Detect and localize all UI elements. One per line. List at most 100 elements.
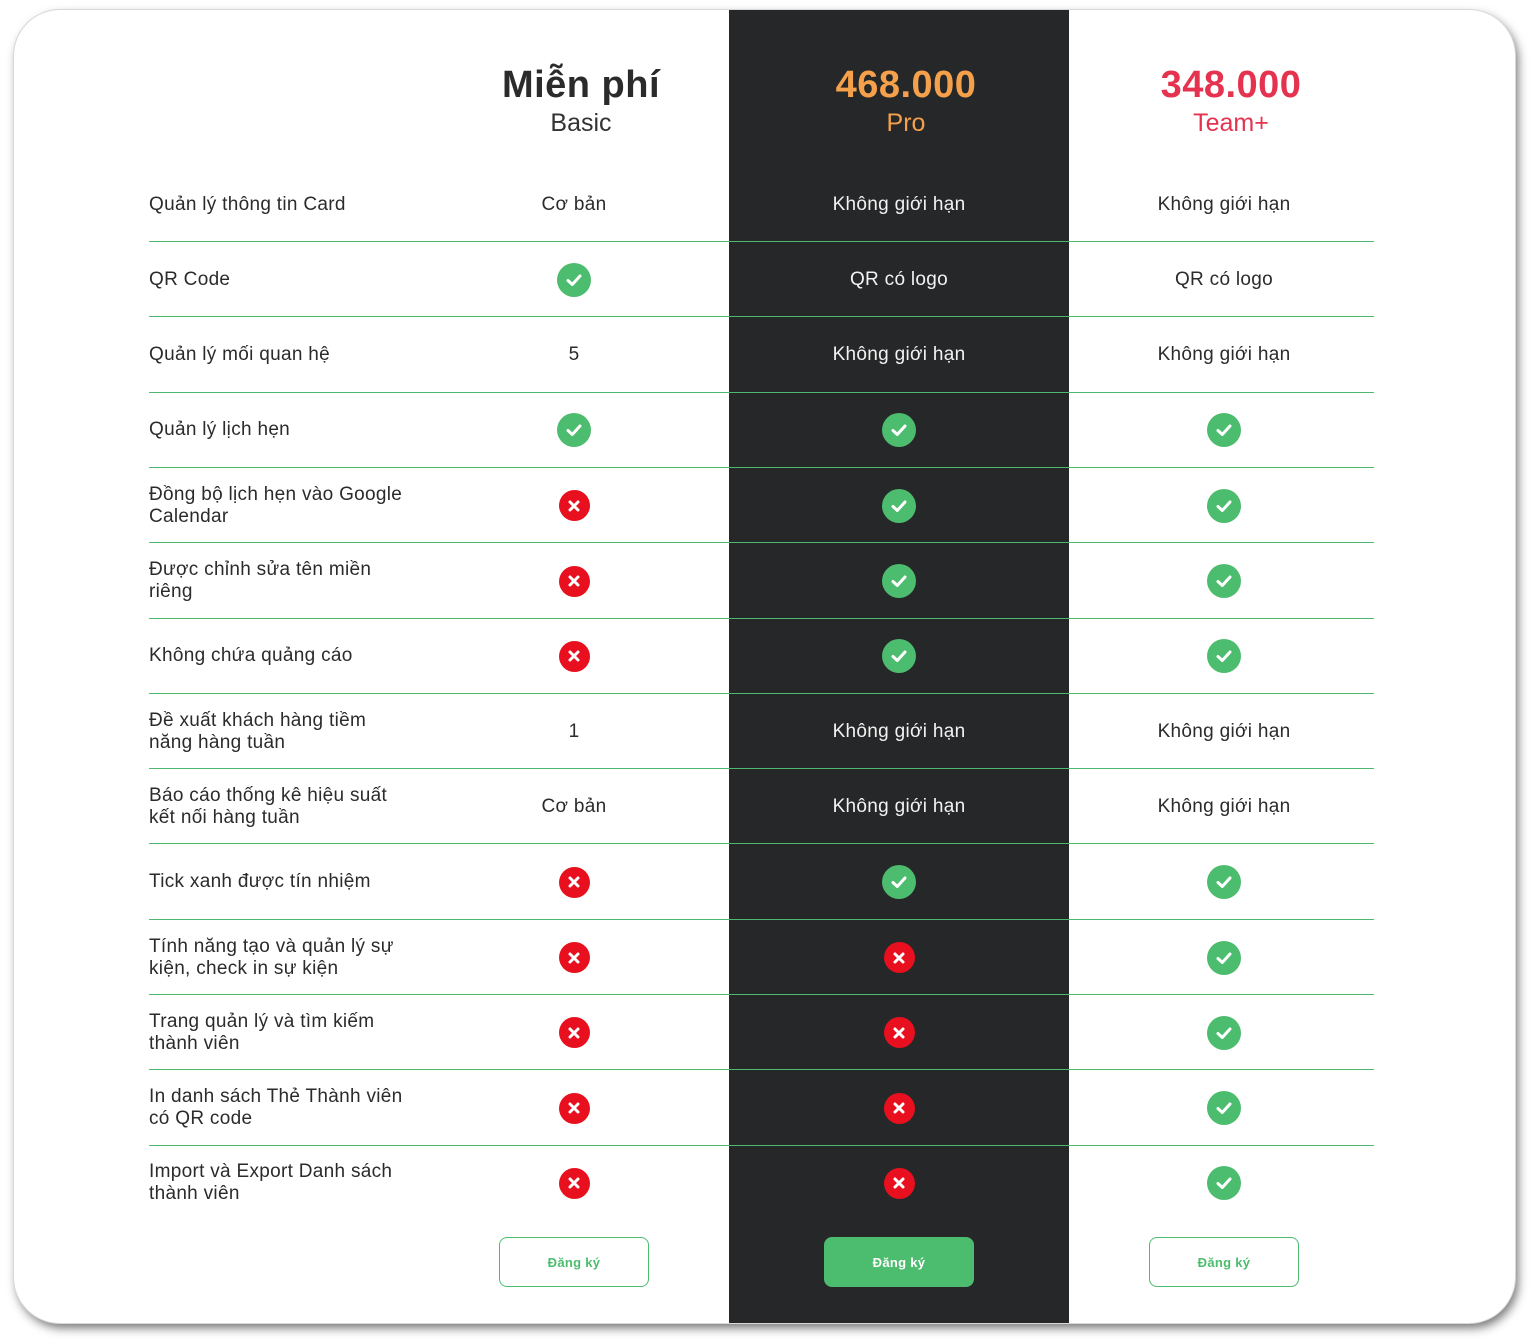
check-icon <box>1207 1015 1241 1050</box>
cross-icon <box>558 1092 590 1124</box>
cross-icon <box>558 1167 590 1199</box>
cell-team <box>1099 995 1349 1070</box>
register-button-pro[interactable]: Đăng ký <box>824 1237 974 1287</box>
cell-basic <box>449 920 699 995</box>
plan-header-pro: 468.000 Pro <box>756 62 1056 138</box>
cell-value: Không giới hạn <box>1157 795 1291 817</box>
feature-label: Tick xanh được tín nhiệm <box>149 871 371 893</box>
feature-label: Trang quản lý và tìm kiếm thành viên <box>149 1010 375 1054</box>
cell-basic: 5 <box>449 318 699 393</box>
cross-icon <box>883 1167 915 1199</box>
cell-team: QR có logo <box>1099 242 1349 317</box>
cell-value: Không giới hạn <box>832 344 966 366</box>
plan-price: 468.000 <box>835 64 977 106</box>
cell-pro <box>774 845 1024 920</box>
cell-value: 5 <box>568 344 580 366</box>
cell-pro <box>774 544 1024 619</box>
feature-label: Quản lý thông tin Card <box>149 193 346 215</box>
check-icon <box>1207 639 1241 674</box>
check-icon <box>1207 1166 1241 1201</box>
cell-team <box>1099 920 1349 995</box>
check-icon <box>882 639 916 674</box>
table-row: Quản lý lịch hẹn <box>149 393 1374 468</box>
table-row: Quản lý mối quan hệ 5 Không giới hạn Không … <box>149 318 1374 393</box>
plan-name: Team+ <box>1193 109 1269 137</box>
cell-pro: Không giới hạn <box>774 318 1024 393</box>
check-icon <box>557 413 591 448</box>
check-icon <box>1207 413 1241 448</box>
cell-pro <box>774 468 1024 543</box>
cell-basic <box>449 845 699 920</box>
feature-label: QR Code <box>149 268 231 290</box>
table-row: Import và Export Danh sách thành viên <box>149 1146 1374 1221</box>
cell-pro <box>774 393 1024 468</box>
cross-icon <box>558 1017 590 1049</box>
cell-value: QR có logo <box>1174 268 1274 290</box>
feature-label: Được chỉnh sửa tên miền riêng <box>149 559 372 602</box>
cell-value: Không giới hạn <box>1157 344 1291 366</box>
table-row: Quản lý thông tin Card Cơ bản Không giới h… <box>149 167 1374 242</box>
feature-label: In danh sách Thẻ Thành viên có QR code <box>149 1086 403 1130</box>
cell-team <box>1099 619 1349 694</box>
cell-basic <box>449 242 699 317</box>
cell-team <box>1099 544 1349 619</box>
cell-team <box>1099 845 1349 920</box>
table-row: QR Code QR có logo QR có logo <box>149 242 1374 318</box>
feature-label: Import và Export Danh sách thành viên <box>149 1161 393 1205</box>
cell-basic <box>449 468 699 543</box>
feature-label: Báo cáo thống kê hiệu suất kết nối hàng … <box>149 784 388 828</box>
check-icon <box>1207 940 1241 975</box>
feature-label: Đề xuất khách hàng tiềm năng hàng tuần <box>149 709 367 753</box>
check-icon <box>882 413 916 448</box>
table-row: Không chứa quảng cáo <box>149 619 1374 694</box>
check-icon <box>1207 564 1241 598</box>
cell-value: Không giới hạn <box>832 193 966 215</box>
plan-price: Miễn phí <box>501 64 661 106</box>
cross-icon <box>558 490 590 522</box>
check-icon <box>557 262 591 297</box>
cell-basic <box>449 544 699 619</box>
check-icon <box>882 564 916 598</box>
table-row: Trang quản lý và tìm kiếm thành viên <box>149 995 1374 1071</box>
cell-value: Không giới hạn <box>832 795 966 817</box>
check-icon <box>1207 488 1241 523</box>
check-icon <box>1207 1091 1241 1126</box>
cell-value: Không giới hạn <box>1157 720 1291 742</box>
cell-value: 1 <box>568 720 580 742</box>
plan-header-basic: Miễn phí Basic <box>431 62 731 138</box>
cell-value: Cơ bản <box>541 193 607 215</box>
check-icon <box>882 488 916 523</box>
cell-pro: Không giới hạn <box>774 769 1024 844</box>
cross-icon <box>883 942 915 973</box>
table-row: Đề xuất khách hàng tiềm năng hàng tuần 1 K… <box>149 694 1374 770</box>
cell-value: Cơ bản <box>541 795 607 817</box>
table-row: Đồng bộ lịch hẹn vào Google Calendar <box>149 468 1374 544</box>
feature-label: Tính năng tạo và quản lý sự kiện, check … <box>149 935 394 979</box>
cell-team: Không giới hạn <box>1099 769 1349 844</box>
cell-team: Không giới hạn <box>1099 167 1349 242</box>
cross-icon <box>558 565 590 597</box>
cell-team: Không giới hạn <box>1099 694 1349 769</box>
cell-pro <box>774 920 1024 995</box>
cell-team <box>1099 393 1349 468</box>
cell-pro: Không giới hạn <box>774 694 1024 769</box>
check-icon <box>1207 865 1241 900</box>
cross-icon <box>558 942 590 973</box>
cell-pro: QR có logo <box>774 242 1024 317</box>
cell-pro: Không giới hạn <box>774 167 1024 242</box>
cell-basic <box>449 1146 699 1221</box>
cell-value: QR có logo <box>849 268 949 290</box>
cross-icon <box>558 866 590 898</box>
register-button-team[interactable]: Đăng ký <box>1149 1237 1299 1287</box>
feature-label: Đồng bộ lịch hẹn vào Google Calendar <box>149 483 403 527</box>
cell-basic <box>449 1071 699 1146</box>
table-row: Tính năng tạo và quản lý sự kiện, check … <box>149 920 1374 995</box>
feature-label: Không chứa quảng cáo <box>149 645 353 667</box>
cell-team <box>1099 468 1349 543</box>
cell-value: Không giới hạn <box>832 720 966 742</box>
register-button-basic[interactable]: Đăng ký <box>499 1237 649 1287</box>
feature-label: Quản lý lịch hẹn <box>149 419 291 441</box>
cell-basic: 1 <box>449 694 699 769</box>
table-row: Báo cáo thống kê hiệu suất kết nối hàng … <box>149 769 1374 845</box>
check-icon <box>882 865 916 900</box>
